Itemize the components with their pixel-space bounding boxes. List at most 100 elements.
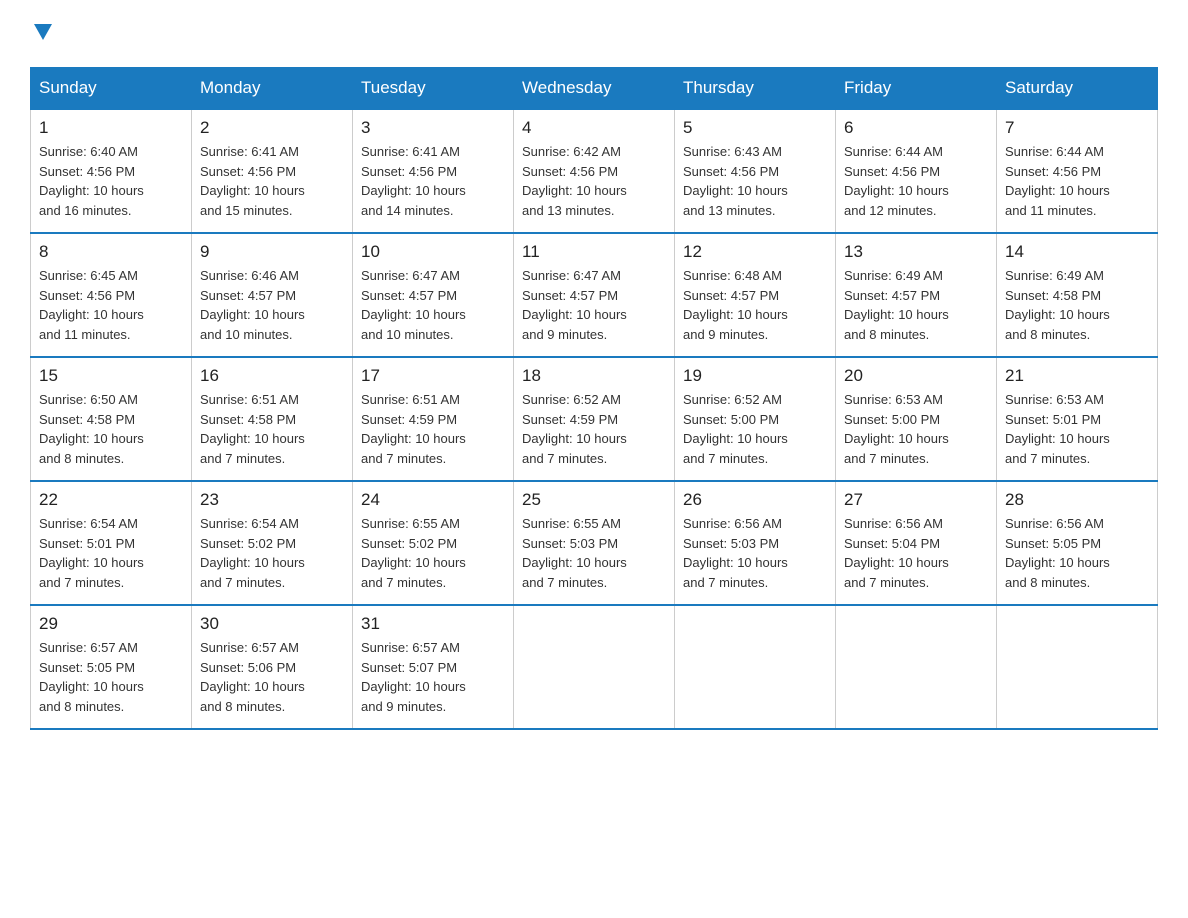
day-info: Sunrise: 6:55 AM Sunset: 5:03 PM Dayligh…: [522, 514, 666, 592]
weekday-header-monday: Monday: [192, 68, 353, 110]
day-info: Sunrise: 6:41 AM Sunset: 4:56 PM Dayligh…: [200, 142, 344, 220]
calendar-cell: 14 Sunrise: 6:49 AM Sunset: 4:58 PM Dayl…: [997, 233, 1158, 357]
day-info: Sunrise: 6:48 AM Sunset: 4:57 PM Dayligh…: [683, 266, 827, 344]
day-number: 5: [683, 118, 827, 138]
calendar-cell: 9 Sunrise: 6:46 AM Sunset: 4:57 PM Dayli…: [192, 233, 353, 357]
day-number: 13: [844, 242, 988, 262]
calendar-cell: 31 Sunrise: 6:57 AM Sunset: 5:07 PM Dayl…: [353, 605, 514, 729]
calendar-cell: 25 Sunrise: 6:55 AM Sunset: 5:03 PM Dayl…: [514, 481, 675, 605]
day-number: 28: [1005, 490, 1149, 510]
day-number: 1: [39, 118, 183, 138]
day-info: Sunrise: 6:56 AM Sunset: 5:04 PM Dayligh…: [844, 514, 988, 592]
day-number: 29: [39, 614, 183, 634]
calendar-cell: 28 Sunrise: 6:56 AM Sunset: 5:05 PM Dayl…: [997, 481, 1158, 605]
day-number: 9: [200, 242, 344, 262]
day-info: Sunrise: 6:57 AM Sunset: 5:06 PM Dayligh…: [200, 638, 344, 716]
day-info: Sunrise: 6:40 AM Sunset: 4:56 PM Dayligh…: [39, 142, 183, 220]
day-number: 20: [844, 366, 988, 386]
calendar-week-row: 8 Sunrise: 6:45 AM Sunset: 4:56 PM Dayli…: [31, 233, 1158, 357]
calendar-cell: 23 Sunrise: 6:54 AM Sunset: 5:02 PM Dayl…: [192, 481, 353, 605]
day-number: 16: [200, 366, 344, 386]
calendar-cell: 1 Sunrise: 6:40 AM Sunset: 4:56 PM Dayli…: [31, 109, 192, 233]
day-number: 24: [361, 490, 505, 510]
weekday-header-wednesday: Wednesday: [514, 68, 675, 110]
calendar-cell: 12 Sunrise: 6:48 AM Sunset: 4:57 PM Dayl…: [675, 233, 836, 357]
weekday-header-friday: Friday: [836, 68, 997, 110]
day-number: 14: [1005, 242, 1149, 262]
day-info: Sunrise: 6:52 AM Sunset: 5:00 PM Dayligh…: [683, 390, 827, 468]
day-number: 31: [361, 614, 505, 634]
day-info: Sunrise: 6:50 AM Sunset: 4:58 PM Dayligh…: [39, 390, 183, 468]
day-info: Sunrise: 6:57 AM Sunset: 5:05 PM Dayligh…: [39, 638, 183, 716]
calendar-week-row: 15 Sunrise: 6:50 AM Sunset: 4:58 PM Dayl…: [31, 357, 1158, 481]
day-info: Sunrise: 6:53 AM Sunset: 5:01 PM Dayligh…: [1005, 390, 1149, 468]
day-info: Sunrise: 6:47 AM Sunset: 4:57 PM Dayligh…: [361, 266, 505, 344]
calendar-week-row: 1 Sunrise: 6:40 AM Sunset: 4:56 PM Dayli…: [31, 109, 1158, 233]
day-number: 19: [683, 366, 827, 386]
day-number: 7: [1005, 118, 1149, 138]
day-number: 23: [200, 490, 344, 510]
calendar-cell: 4 Sunrise: 6:42 AM Sunset: 4:56 PM Dayli…: [514, 109, 675, 233]
day-number: 26: [683, 490, 827, 510]
day-info: Sunrise: 6:49 AM Sunset: 4:58 PM Dayligh…: [1005, 266, 1149, 344]
day-info: Sunrise: 6:54 AM Sunset: 5:01 PM Dayligh…: [39, 514, 183, 592]
day-number: 10: [361, 242, 505, 262]
day-info: Sunrise: 6:56 AM Sunset: 5:03 PM Dayligh…: [683, 514, 827, 592]
day-number: 17: [361, 366, 505, 386]
day-number: 25: [522, 490, 666, 510]
weekday-header-thursday: Thursday: [675, 68, 836, 110]
day-number: 2: [200, 118, 344, 138]
weekday-header-saturday: Saturday: [997, 68, 1158, 110]
calendar-cell: [997, 605, 1158, 729]
calendar-cell: 27 Sunrise: 6:56 AM Sunset: 5:04 PM Dayl…: [836, 481, 997, 605]
day-info: Sunrise: 6:45 AM Sunset: 4:56 PM Dayligh…: [39, 266, 183, 344]
page-header: [30, 20, 1158, 47]
day-number: 12: [683, 242, 827, 262]
calendar-cell: 3 Sunrise: 6:41 AM Sunset: 4:56 PM Dayli…: [353, 109, 514, 233]
day-info: Sunrise: 6:49 AM Sunset: 4:57 PM Dayligh…: [844, 266, 988, 344]
day-number: 15: [39, 366, 183, 386]
calendar-week-row: 29 Sunrise: 6:57 AM Sunset: 5:05 PM Dayl…: [31, 605, 1158, 729]
day-info: Sunrise: 6:54 AM Sunset: 5:02 PM Dayligh…: [200, 514, 344, 592]
day-number: 4: [522, 118, 666, 138]
calendar-cell: 11 Sunrise: 6:47 AM Sunset: 4:57 PM Dayl…: [514, 233, 675, 357]
day-info: Sunrise: 6:56 AM Sunset: 5:05 PM Dayligh…: [1005, 514, 1149, 592]
day-number: 27: [844, 490, 988, 510]
day-info: Sunrise: 6:43 AM Sunset: 4:56 PM Dayligh…: [683, 142, 827, 220]
day-info: Sunrise: 6:51 AM Sunset: 4:59 PM Dayligh…: [361, 390, 505, 468]
day-number: 30: [200, 614, 344, 634]
calendar-header-row: SundayMondayTuesdayWednesdayThursdayFrid…: [31, 68, 1158, 110]
day-number: 22: [39, 490, 183, 510]
day-number: 21: [1005, 366, 1149, 386]
logo-arrow-icon: [32, 20, 54, 42]
calendar-cell: 26 Sunrise: 6:56 AM Sunset: 5:03 PM Dayl…: [675, 481, 836, 605]
calendar-cell: 21 Sunrise: 6:53 AM Sunset: 5:01 PM Dayl…: [997, 357, 1158, 481]
calendar-cell: 16 Sunrise: 6:51 AM Sunset: 4:58 PM Dayl…: [192, 357, 353, 481]
day-info: Sunrise: 6:52 AM Sunset: 4:59 PM Dayligh…: [522, 390, 666, 468]
weekday-header-sunday: Sunday: [31, 68, 192, 110]
day-info: Sunrise: 6:47 AM Sunset: 4:57 PM Dayligh…: [522, 266, 666, 344]
calendar-cell: [514, 605, 675, 729]
day-info: Sunrise: 6:53 AM Sunset: 5:00 PM Dayligh…: [844, 390, 988, 468]
weekday-header-tuesday: Tuesday: [353, 68, 514, 110]
calendar-cell: [836, 605, 997, 729]
calendar-week-row: 22 Sunrise: 6:54 AM Sunset: 5:01 PM Dayl…: [31, 481, 1158, 605]
calendar-cell: 5 Sunrise: 6:43 AM Sunset: 4:56 PM Dayli…: [675, 109, 836, 233]
day-info: Sunrise: 6:46 AM Sunset: 4:57 PM Dayligh…: [200, 266, 344, 344]
calendar-cell: [675, 605, 836, 729]
day-info: Sunrise: 6:57 AM Sunset: 5:07 PM Dayligh…: [361, 638, 505, 716]
day-number: 18: [522, 366, 666, 386]
calendar-cell: 30 Sunrise: 6:57 AM Sunset: 5:06 PM Dayl…: [192, 605, 353, 729]
day-info: Sunrise: 6:44 AM Sunset: 4:56 PM Dayligh…: [844, 142, 988, 220]
calendar-cell: 6 Sunrise: 6:44 AM Sunset: 4:56 PM Dayli…: [836, 109, 997, 233]
day-number: 8: [39, 242, 183, 262]
logo: [30, 20, 54, 47]
day-number: 11: [522, 242, 666, 262]
calendar-cell: 19 Sunrise: 6:52 AM Sunset: 5:00 PM Dayl…: [675, 357, 836, 481]
day-info: Sunrise: 6:41 AM Sunset: 4:56 PM Dayligh…: [361, 142, 505, 220]
day-info: Sunrise: 6:42 AM Sunset: 4:56 PM Dayligh…: [522, 142, 666, 220]
calendar-cell: 2 Sunrise: 6:41 AM Sunset: 4:56 PM Dayli…: [192, 109, 353, 233]
day-info: Sunrise: 6:44 AM Sunset: 4:56 PM Dayligh…: [1005, 142, 1149, 220]
calendar-cell: 8 Sunrise: 6:45 AM Sunset: 4:56 PM Dayli…: [31, 233, 192, 357]
day-number: 6: [844, 118, 988, 138]
